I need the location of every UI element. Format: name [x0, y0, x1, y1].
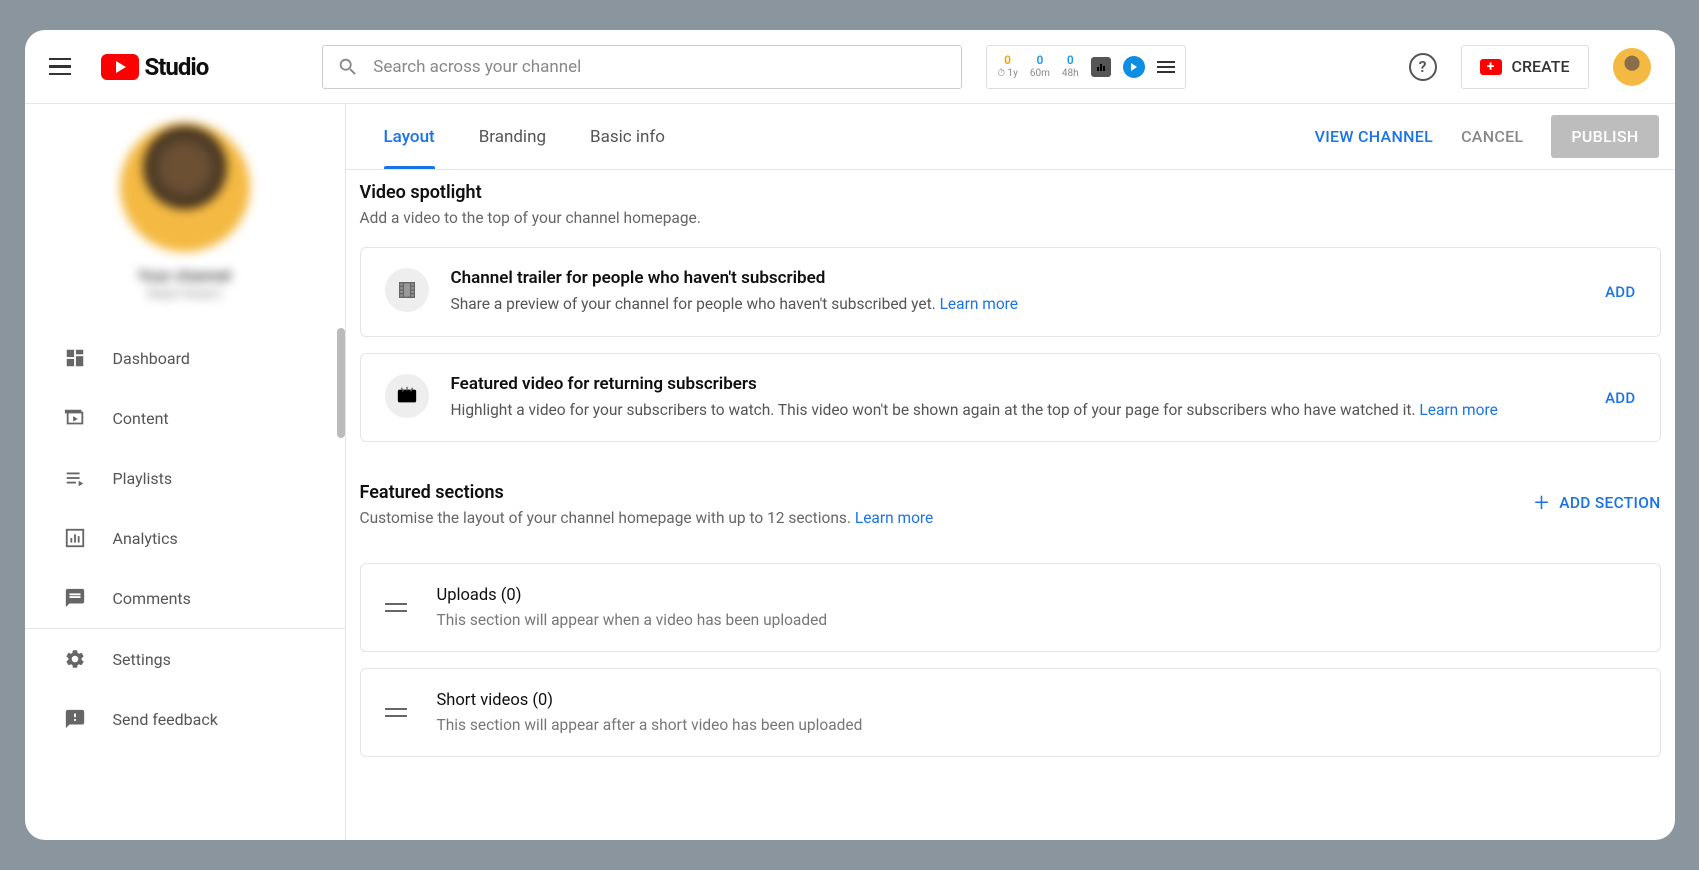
add-trailer-button[interactable]: ADD	[1605, 283, 1635, 301]
app-window: Studio 0⏱ 1y 060m 048h ? CREATE Your cha…	[25, 30, 1675, 840]
hamburger-menu-icon[interactable]	[49, 53, 77, 81]
add-featured-button[interactable]: ADD	[1605, 389, 1635, 407]
sidebar-item-dashboard[interactable]: Dashboard	[25, 328, 345, 388]
learn-more-link[interactable]: Learn more	[855, 509, 933, 527]
film-icon	[385, 268, 429, 312]
add-section-label: ADD SECTION	[1559, 494, 1660, 512]
logo-text: Studio	[145, 53, 209, 81]
video-spotlight-title: Video spotlight	[360, 182, 1661, 203]
featured-sections-desc: Customise the layout of your channel hom…	[360, 509, 1535, 527]
top-header: Studio 0⏱ 1y 060m 048h ? CREATE	[25, 30, 1675, 104]
sidebar-label: Dashboard	[113, 349, 190, 368]
card-body: Channel trailer for people who haven't s…	[451, 268, 1584, 316]
stats-play-icon	[1123, 56, 1145, 78]
tab-actions: VIEW CHANNEL CANCEL PUBLISH	[1315, 115, 1659, 158]
playlists-icon	[63, 466, 87, 490]
card-title: Channel trailer for people who haven't s…	[451, 268, 1584, 288]
main-content: Layout Branding Basic info VIEW CHANNEL …	[345, 104, 1675, 840]
channel-profile[interactable]: Your channel Ralph Robert	[120, 122, 250, 302]
card-title: Featured video for returning subscribers	[451, 374, 1584, 394]
sidebar-item-content[interactable]: Content	[25, 388, 345, 448]
search-box[interactable]	[322, 45, 962, 89]
channel-trailer-card: Channel trailer for people who haven't s…	[360, 247, 1661, 337]
user-avatar[interactable]	[1613, 48, 1651, 86]
tab-bar: Layout Branding Basic info VIEW CHANNEL …	[346, 104, 1675, 170]
featured-sections: Featured sections Customise the layout o…	[360, 482, 1661, 757]
sidebar-item-analytics[interactable]: Analytics	[25, 508, 345, 568]
sidebar-label: Comments	[113, 589, 191, 608]
card-text: Highlight a video for your subscribers t…	[451, 400, 1584, 422]
featured-sections-header: Featured sections Customise the layout o…	[360, 482, 1661, 547]
sidebar-item-playlists[interactable]: Playlists	[25, 448, 345, 508]
search-input[interactable]	[373, 57, 947, 77]
studio-logo[interactable]: Studio	[101, 53, 209, 81]
sidebar-label: Content	[113, 409, 169, 428]
sidebar-scrollbar[interactable]	[337, 328, 345, 438]
sidebar-item-feedback[interactable]: Send feedback	[25, 689, 345, 749]
sidebar: Your channel Ralph Robert Dashboard Cont…	[25, 104, 345, 840]
layout-content: Video spotlight Add a video to the top o…	[346, 170, 1675, 797]
featured-video-card: Featured video for returning subscribers…	[360, 353, 1661, 443]
channel-title: Your channel	[138, 266, 231, 285]
create-video-icon	[1480, 59, 1502, 75]
learn-more-link[interactable]: Learn more	[1419, 401, 1497, 419]
section-title: Uploads (0)	[437, 586, 828, 605]
card-body: Featured video for returning subscribers…	[451, 374, 1584, 422]
featured-sections-title: Featured sections	[360, 482, 1535, 503]
section-uploads: Uploads (0) This section will appear whe…	[360, 563, 1661, 652]
view-channel-button[interactable]: VIEW CHANNEL	[1315, 127, 1434, 146]
sidebar-item-comments[interactable]: Comments	[25, 568, 345, 628]
comments-icon	[63, 586, 87, 610]
analytics-icon	[63, 526, 87, 550]
drag-handle-icon[interactable]	[385, 603, 407, 612]
publish-button[interactable]: PUBLISH	[1551, 115, 1658, 158]
tab-branding[interactable]: Branding	[457, 104, 568, 169]
channel-name: Ralph Robert	[147, 287, 222, 302]
feedback-icon	[63, 707, 87, 731]
sidebar-label: Playlists	[113, 469, 173, 488]
sidebar-label: Settings	[113, 650, 171, 669]
stats-menu-icon[interactable]	[1157, 61, 1175, 73]
section-body: Short videos (0) This section will appea…	[437, 691, 863, 734]
plus-icon: +	[1534, 490, 1549, 516]
create-button[interactable]: CREATE	[1461, 45, 1589, 89]
dashboard-icon	[63, 346, 87, 370]
stat-48h: 048h	[1062, 54, 1079, 78]
stat-60m: 060m	[1030, 54, 1050, 78]
featured-video-icon	[385, 374, 429, 418]
video-spotlight-desc: Add a video to the top of your channel h…	[360, 209, 1661, 227]
settings-icon	[63, 647, 87, 671]
section-desc: This section will appear when a video ha…	[437, 611, 828, 629]
stat-1y: 0⏱ 1y	[997, 54, 1018, 78]
card-text: Share a preview of your channel for peop…	[451, 294, 1584, 316]
create-label: CREATE	[1512, 57, 1570, 76]
section-body: Uploads (0) This section will appear whe…	[437, 586, 828, 629]
stats-widget[interactable]: 0⏱ 1y 060m 048h	[986, 45, 1185, 89]
help-icon[interactable]: ?	[1409, 53, 1437, 81]
section-desc: This section will appear after a short v…	[437, 716, 863, 734]
sidebar-label: Send feedback	[113, 710, 218, 729]
youtube-icon	[101, 54, 139, 80]
sidebar-label: Analytics	[113, 529, 178, 548]
tab-layout[interactable]: Layout	[362, 104, 457, 169]
cancel-button[interactable]: CANCEL	[1461, 127, 1523, 146]
section-title: Short videos (0)	[437, 691, 863, 710]
search-icon	[337, 56, 359, 78]
body: Your channel Ralph Robert Dashboard Cont…	[25, 104, 1675, 840]
drag-handle-icon[interactable]	[385, 708, 407, 717]
content-icon	[63, 406, 87, 430]
learn-more-link[interactable]: Learn more	[940, 295, 1018, 313]
stats-bar-icon	[1091, 57, 1111, 77]
tab-basic-info[interactable]: Basic info	[568, 104, 687, 169]
section-short-videos: Short videos (0) This section will appea…	[360, 668, 1661, 757]
sidebar-nav: Dashboard Content Playlists Analytics Co…	[25, 328, 345, 749]
channel-avatar	[120, 122, 250, 252]
sidebar-item-settings[interactable]: Settings	[25, 629, 345, 689]
add-section-button[interactable]: + ADD SECTION	[1534, 490, 1660, 516]
